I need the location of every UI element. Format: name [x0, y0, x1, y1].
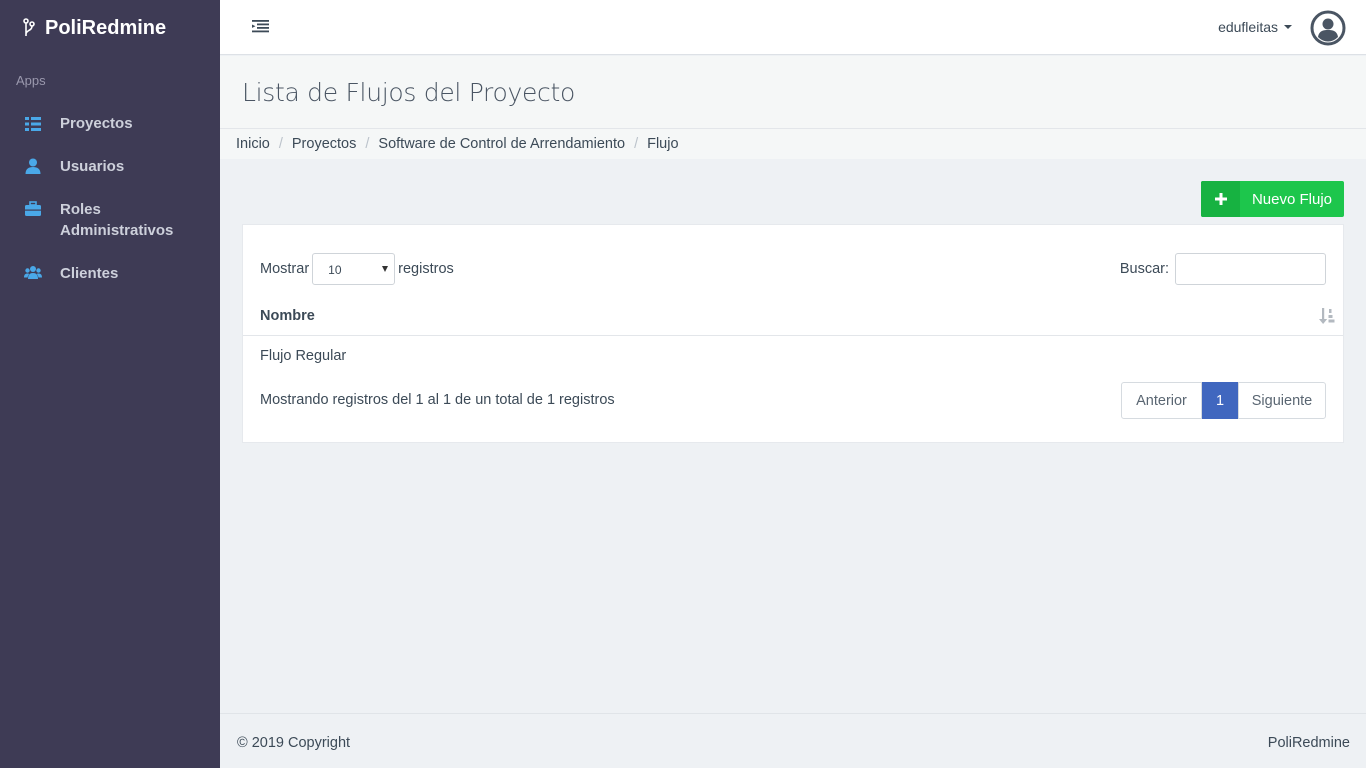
copyright: © 2019 Copyright: [237, 735, 351, 751]
sidebar-item-roles-administrativos[interactable]: Roles Administrativos: [0, 199, 220, 241]
flows-table-card: Mostrar 10 registros Buscar: Nombre Fluj…: [242, 224, 1344, 443]
page-length-select[interactable]: 10: [312, 253, 396, 285]
page-title: Lista de Flujos del Proyecto: [242, 78, 575, 107]
breadcrumb-separator: /: [365, 136, 370, 152]
table-list-icon: [25, 117, 41, 131]
show-prefix: Mostrar: [260, 261, 310, 277]
sidebar-item-label: Roles: [60, 201, 101, 218]
table-header-row: Nombre: [243, 298, 1343, 336]
breadcrumb-separator: /: [634, 136, 639, 152]
pagination-previous-button[interactable]: Anterior: [1121, 382, 1202, 419]
footer-brand: PoliRedmine: [1267, 735, 1350, 751]
menu-toggle-icon[interactable]: [252, 19, 269, 33]
column-header-nombre[interactable]: Nombre: [260, 308, 315, 324]
user-menu[interactable]: edufleitas: [1218, 19, 1292, 35]
branch-icon: [23, 18, 35, 36]
table-cell-nombre: Flujo Regular: [260, 348, 347, 364]
sidebar-item-proyectos[interactable]: Proyectos: [0, 113, 220, 135]
sidebar: PoliRedmine Apps Proyectos Usuarios Role…: [0, 0, 220, 768]
pagination-page-1[interactable]: 1: [1202, 382, 1238, 419]
username: edufleitas: [1218, 19, 1278, 35]
table-row[interactable]: Flujo Regular: [243, 336, 1343, 376]
briefcase-icon: [25, 201, 41, 216]
search-label: Buscar:: [1119, 261, 1169, 277]
avatar[interactable]: [1310, 10, 1346, 46]
search-input[interactable]: [1175, 253, 1326, 285]
table-info: Mostrando registros del 1 al 1 de un tot…: [260, 392, 615, 408]
pagination-next-button[interactable]: Siguiente: [1238, 382, 1326, 419]
select-arrow-icon: [382, 266, 389, 272]
breadcrumb-separator: /: [278, 136, 283, 152]
show-suffix: registros: [398, 261, 454, 277]
brand[interactable]: PoliRedmine: [22, 16, 166, 40]
pagination: Anterior 1 Siguiente: [1121, 382, 1326, 419]
breadcrumb-item-inicio[interactable]: Inicio: [236, 136, 270, 152]
caret-down-icon: [1284, 25, 1292, 29]
footer: © 2019 Copyright PoliRedmine: [220, 713, 1366, 768]
breadcrumb-item-flujo: Flujo: [647, 136, 679, 152]
section-label-apps: Apps: [16, 73, 46, 88]
page-length-value: 10: [328, 263, 342, 277]
sort-icon[interactable]: [1319, 307, 1335, 325]
breadcrumb: Inicio / Proyectos / Software de Control…: [220, 128, 1366, 159]
sidebar-item-clientes[interactable]: Clientes: [0, 263, 220, 285]
sidebar-item-usuarios[interactable]: Usuarios: [0, 156, 220, 178]
sidebar-item-label: Clientes: [60, 265, 119, 282]
user-icon: [25, 158, 41, 174]
page-length-control: Mostrar 10 registros: [260, 253, 454, 285]
brand-name: PoliRedmine: [45, 16, 167, 39]
sidebar-item-label: Administrativos: [60, 222, 174, 239]
page-header: Lista de Flujos del Proyecto: [220, 56, 1366, 128]
new-flow-button[interactable]: Nuevo Flujo: [1201, 181, 1344, 217]
breadcrumb-item-proyectos[interactable]: Proyectos: [292, 136, 356, 152]
sidebar-item-label: Proyectos: [60, 115, 133, 132]
sidebar-item-label: Usuarios: [60, 158, 125, 175]
breadcrumb-item-project[interactable]: Software de Control de Arrendamiento: [378, 136, 625, 152]
topbar: edufleitas: [220, 0, 1366, 55]
search-control: Buscar:: [1120, 253, 1326, 285]
plus-icon: [1201, 181, 1240, 217]
new-flow-label: Nuevo Flujo: [1251, 190, 1333, 208]
users-group-icon: [24, 266, 42, 279]
